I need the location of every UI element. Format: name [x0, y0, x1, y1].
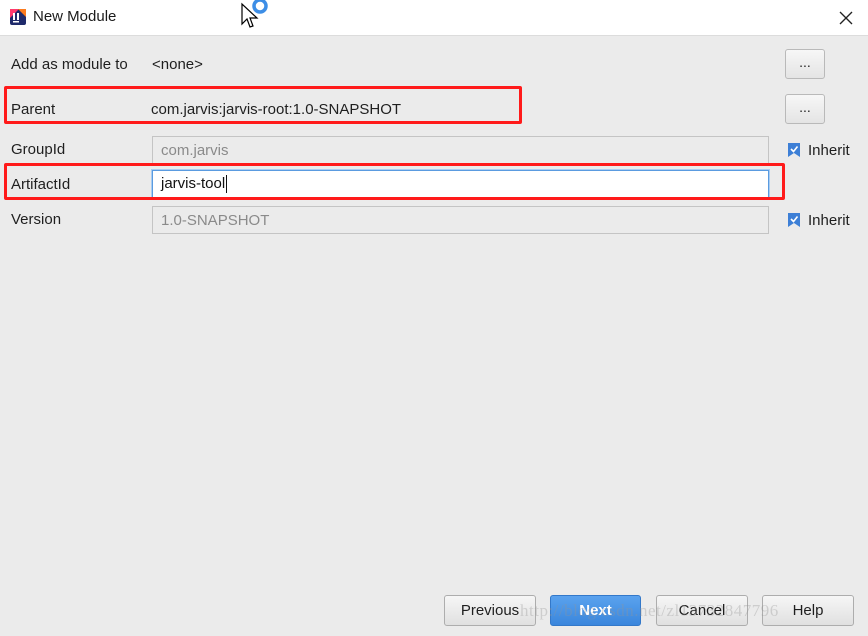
- groupid-input[interactable]: [152, 136, 769, 164]
- next-button[interactable]: Next: [550, 595, 641, 626]
- version-inherit-label: Inherit: [808, 211, 850, 229]
- groupid-inherit-label: Inherit: [808, 141, 850, 159]
- version-label: Version: [11, 211, 62, 228]
- new-module-dialog: New Module Add as module to <none> ... P…: [0, 0, 868, 636]
- busy-cursor-icon: [241, 0, 268, 28]
- parent-browse-button[interactable]: ...: [785, 94, 825, 124]
- title-bar: New Module: [0, 0, 868, 36]
- previous-button[interactable]: Previous: [444, 595, 536, 626]
- groupid-label: GroupId: [11, 141, 66, 158]
- inherit-checkbox-icon: [788, 143, 800, 157]
- groupid-inherit-checkbox[interactable]: Inherit: [787, 141, 850, 159]
- intellij-idea-icon: [10, 9, 26, 25]
- artifactid-highlight-box: [4, 163, 785, 200]
- version-inherit-checkbox[interactable]: Inherit: [787, 211, 850, 229]
- add-as-module-browse-button[interactable]: ...: [785, 49, 825, 79]
- help-button[interactable]: Help: [762, 595, 854, 626]
- add-as-module-to-value: <none>: [152, 56, 203, 73]
- dialog-title: New Module: [33, 8, 117, 25]
- cancel-button[interactable]: Cancel: [656, 595, 748, 626]
- close-icon[interactable]: [832, 4, 860, 32]
- parent-highlight-box: [4, 86, 522, 124]
- version-input[interactable]: [152, 206, 769, 234]
- inherit-checkbox-icon: [788, 213, 800, 227]
- add-as-module-to-label: Add as module to: [11, 56, 128, 73]
